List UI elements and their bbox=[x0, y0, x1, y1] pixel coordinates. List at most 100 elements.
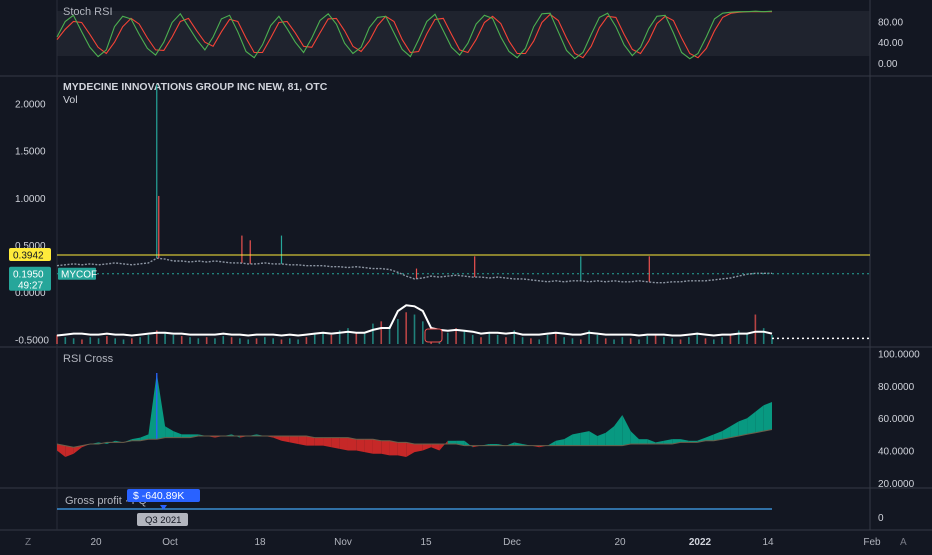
time-axis-tick: 18 bbox=[254, 537, 266, 548]
price-tick: 1.0000 bbox=[15, 194, 46, 205]
volume-bar bbox=[671, 338, 674, 344]
volume-bar bbox=[147, 334, 150, 344]
volume-bar bbox=[172, 334, 175, 344]
earnings-marker[interactable] bbox=[424, 328, 443, 343]
rsi-cross-segment bbox=[298, 435, 307, 446]
price-axis: 2.00001.50001.00000.50000.0000-0.5000 bbox=[15, 100, 49, 347]
rsi-cross-segment bbox=[464, 440, 473, 448]
price-tick: 2.0000 bbox=[15, 100, 46, 111]
volume-bar bbox=[737, 330, 740, 344]
symbol-tag: MYCOF bbox=[61, 269, 97, 280]
volume-bar bbox=[222, 336, 225, 344]
volume-bar bbox=[463, 330, 466, 344]
rsi-cross-segment bbox=[589, 431, 598, 446]
volume-bar bbox=[89, 337, 92, 344]
time-axis[interactable]: 20 Oct 18 Nov 15 Dec 20 2022 14 Feb bbox=[90, 537, 881, 548]
last-price-tag: 0.3942 bbox=[9, 247, 51, 261]
volume-bar bbox=[363, 333, 366, 344]
rsi-cross-segment bbox=[281, 435, 290, 443]
rsi-cross-tick: 20.0000 bbox=[878, 479, 915, 490]
rsi-cross-segment bbox=[273, 435, 282, 441]
volume-bar bbox=[604, 338, 607, 344]
current-price-tag: 0.1950 49:27 MYCOF bbox=[9, 266, 97, 291]
volume-bar bbox=[405, 312, 407, 344]
volume-bar bbox=[247, 339, 250, 344]
volume-bar bbox=[754, 314, 757, 344]
stoch-rsi-pane[interactable]: Stoch RSI 80.00 40.00 0.00 bbox=[56, 6, 903, 70]
volume-bar bbox=[422, 321, 424, 344]
volume-bar bbox=[239, 338, 241, 344]
volume-bar bbox=[446, 332, 449, 344]
rsi-cross-segment bbox=[431, 444, 440, 451]
volume-bar bbox=[546, 334, 549, 344]
volume-bar bbox=[579, 339, 582, 344]
rsi-cross-segment bbox=[156, 372, 166, 440]
time-axis-right-corner: A bbox=[900, 537, 907, 548]
time-axis-tick: Feb bbox=[863, 537, 881, 548]
rsi-cross-segment bbox=[389, 440, 398, 456]
volume-bar bbox=[654, 334, 657, 344]
rsi-cross-axis: 100.0000 80.0000 60.0000 40.0000 20.0000 bbox=[878, 350, 920, 490]
volume-bar bbox=[81, 339, 83, 344]
volume-bar bbox=[164, 332, 166, 344]
volume-bar bbox=[713, 339, 715, 344]
volume-bar bbox=[205, 337, 208, 344]
volume-bar bbox=[688, 337, 690, 344]
volume-bar bbox=[729, 334, 732, 344]
price-series bbox=[56, 257, 772, 284]
rsi-cross-segment bbox=[331, 437, 340, 449]
volume-bar bbox=[189, 337, 191, 344]
rsi-cross-segment bbox=[372, 439, 382, 454]
volume-bar bbox=[721, 337, 723, 344]
rsi-cross-segment bbox=[381, 440, 390, 456]
rsi-cross-segment bbox=[414, 444, 423, 453]
volume-bar bbox=[106, 336, 108, 344]
rsi-cross-segment bbox=[173, 431, 182, 438]
volume-bar bbox=[413, 314, 416, 344]
volume-bar bbox=[380, 321, 383, 344]
volume-bar bbox=[638, 339, 640, 344]
rsi-cross-segment bbox=[580, 431, 590, 446]
bar-countdown: 49:27 bbox=[18, 280, 43, 291]
time-axis-tick: Dec bbox=[503, 537, 521, 548]
stoch-rsi-tick: 80.00 bbox=[878, 18, 903, 29]
volume-bar bbox=[347, 328, 349, 344]
rsi-cross-tick: 40.0000 bbox=[878, 446, 915, 457]
rsi-cross-tick: 80.0000 bbox=[878, 382, 915, 393]
volume-bar bbox=[629, 338, 632, 344]
volume-bar bbox=[496, 334, 499, 344]
rsi-cross-segment bbox=[755, 405, 764, 433]
rsi-cross-segment bbox=[547, 440, 556, 446]
volume-bars bbox=[56, 312, 773, 344]
stock-chart[interactable]: Stoch RSI 80.00 40.00 0.00 MYDECINE INNOVA… bbox=[0, 0, 932, 550]
volume-bar bbox=[313, 333, 316, 344]
volume-bar bbox=[563, 337, 565, 344]
earnings-marker-bg[interactable] bbox=[424, 328, 443, 343]
volume-bar bbox=[272, 338, 274, 344]
volume-label: Vol bbox=[63, 94, 78, 106]
price-pane[interactable]: MYDECINE INNOVATIONS GROUP INC NEW, 81, … bbox=[9, 81, 870, 346]
rsi-cross-segment bbox=[647, 439, 656, 445]
volume-bar bbox=[330, 334, 333, 344]
volume-bar bbox=[230, 337, 233, 344]
volume-bar bbox=[771, 334, 773, 344]
price-tick: 1.5000 bbox=[15, 147, 46, 158]
rsi-cross-segment bbox=[422, 444, 432, 451]
rsi-cross-pane[interactable]: RSI Cross 100.0000 80.0000 60.0000 40.0000 2… bbox=[56, 350, 920, 490]
volume-bar bbox=[280, 339, 283, 344]
volume-bar bbox=[505, 337, 507, 344]
volume-bar bbox=[322, 332, 324, 344]
rsi-cross-segment bbox=[747, 411, 756, 435]
rsi-cross-segment bbox=[663, 439, 673, 445]
gross-profit-pane[interactable]: Gross profit · FQ $ -640.89K Q3 2021 0 bbox=[57, 489, 884, 526]
volume-bar bbox=[480, 337, 482, 344]
volume-bar bbox=[255, 338, 258, 344]
rsi-cross-segment bbox=[564, 434, 573, 446]
rsi-cross-segment bbox=[356, 439, 365, 453]
volume-bar bbox=[214, 338, 216, 344]
rsi-cross-tick: 100.0000 bbox=[878, 350, 920, 361]
volume-bar bbox=[122, 339, 125, 344]
volume-bar bbox=[139, 337, 141, 344]
rsi-cross-tick: 60.0000 bbox=[878, 414, 915, 425]
chart-svg[interactable]: Stoch RSI 80.00 40.00 0.00 MYDECINE INNOVA… bbox=[0, 0, 932, 550]
